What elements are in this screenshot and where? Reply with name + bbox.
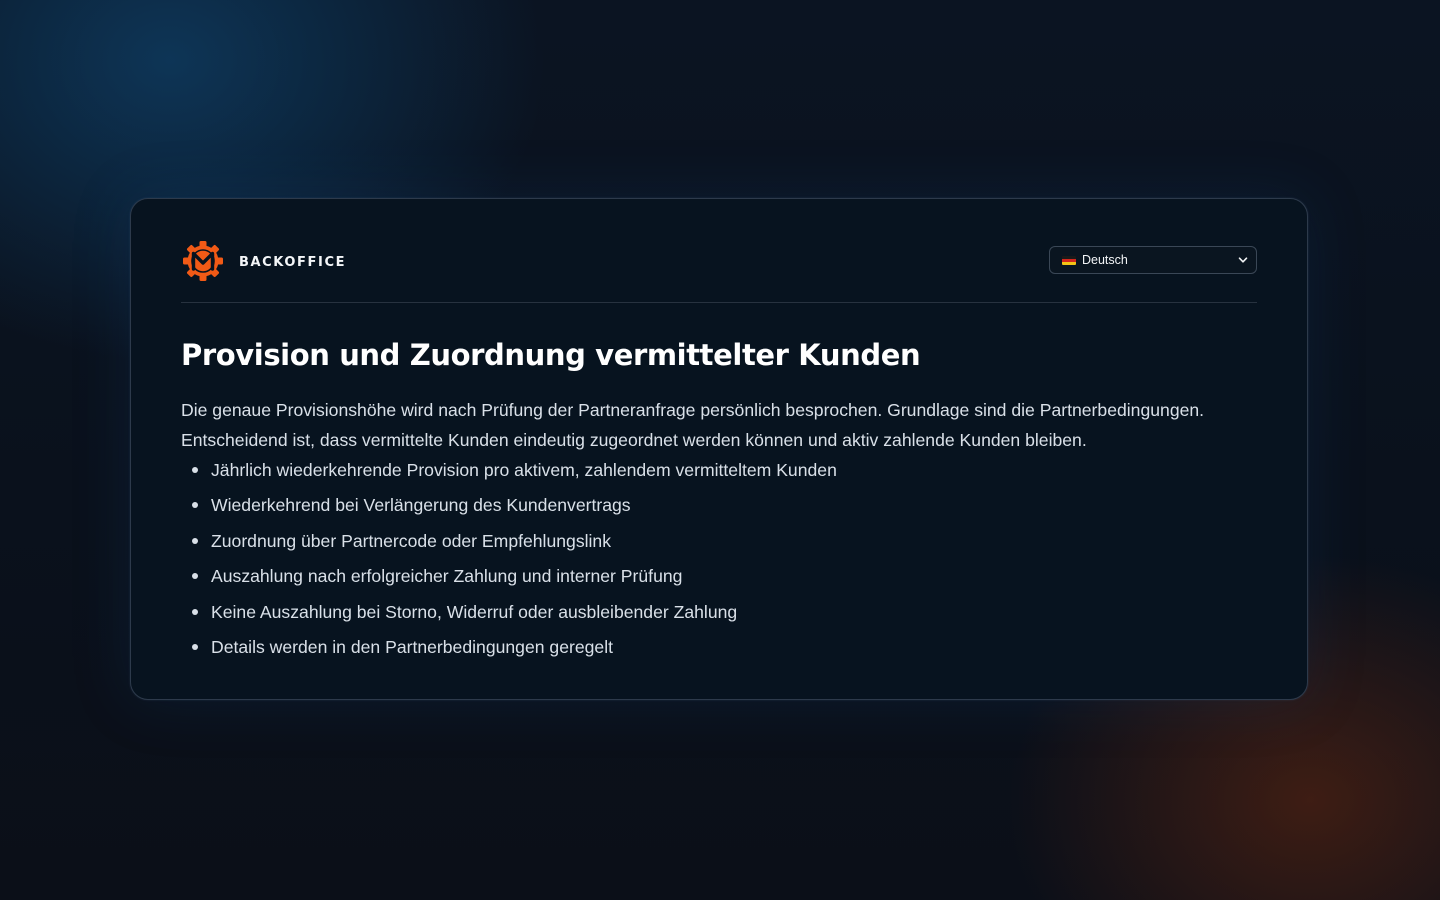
list-item-text: Keine Auszahlung bei Storno, Widerruf od…: [211, 601, 738, 622]
intro-line: Die genaue Provisionshöhe wird nach Prüf…: [181, 400, 1205, 420]
list-item-text: Wiederkehrend bei Verlängerung des Kunde…: [211, 495, 631, 516]
bullet-icon: [192, 537, 198, 544]
gear-m-logo-icon: [183, 241, 223, 281]
card-header: BACKOFFICE Deutsch: [181, 239, 1257, 303]
list-item: Details werden in den Partnerbedingungen…: [181, 632, 1257, 667]
brand[interactable]: BACKOFFICE: [181, 239, 346, 283]
bullet-icon: [192, 502, 198, 509]
list-item: Keine Auszahlung bei Storno, Widerruf od…: [181, 597, 1257, 632]
content-card: BACKOFFICE Deutsch Provision und Zuordnu…: [130, 198, 1308, 700]
language-selected-value: Deutsch: [1082, 253, 1128, 267]
bullet-icon: [192, 573, 198, 580]
list-item: Auszahlung nach erfolgreicher Zahlung un…: [181, 561, 1257, 596]
list-item-text: Zuordnung über Partnercode oder Empfehlu…: [211, 530, 612, 551]
list-item: Jährlich wiederkehrende Provision pro ak…: [181, 455, 1257, 490]
chevron-down-icon: [1238, 257, 1248, 263]
intro-paragraph: Die genaue Provisionshöhe wird nach Prüf…: [181, 395, 1257, 455]
bullet-icon: [192, 608, 198, 615]
list-item-text: Jährlich wiederkehrende Provision pro ak…: [211, 460, 837, 480]
feature-list: Jährlich wiederkehrende Provision pro ak…: [181, 455, 1257, 667]
bullet-icon: [192, 467, 198, 473]
list-item: Zuordnung über Partnercode oder Empfehlu…: [181, 526, 1257, 561]
list-item-text: Details werden in den Partnerbedingungen…: [211, 636, 614, 657]
german-flag-icon: [1062, 255, 1076, 265]
page-title: Provision und Zuordnung vermittelter Kun…: [181, 338, 921, 372]
brand-name: BACKOFFICE: [239, 255, 347, 270]
intro-line: Entscheidend ist, dass vermittelte Kunde…: [181, 430, 1087, 450]
bullet-icon: [192, 643, 198, 650]
list-item: Wiederkehrend bei Verlängerung des Kunde…: [181, 490, 1257, 525]
list-item-text: Auszahlung nach erfolgreicher Zahlung un…: [211, 566, 683, 587]
language-select[interactable]: Deutsch: [1049, 246, 1257, 274]
